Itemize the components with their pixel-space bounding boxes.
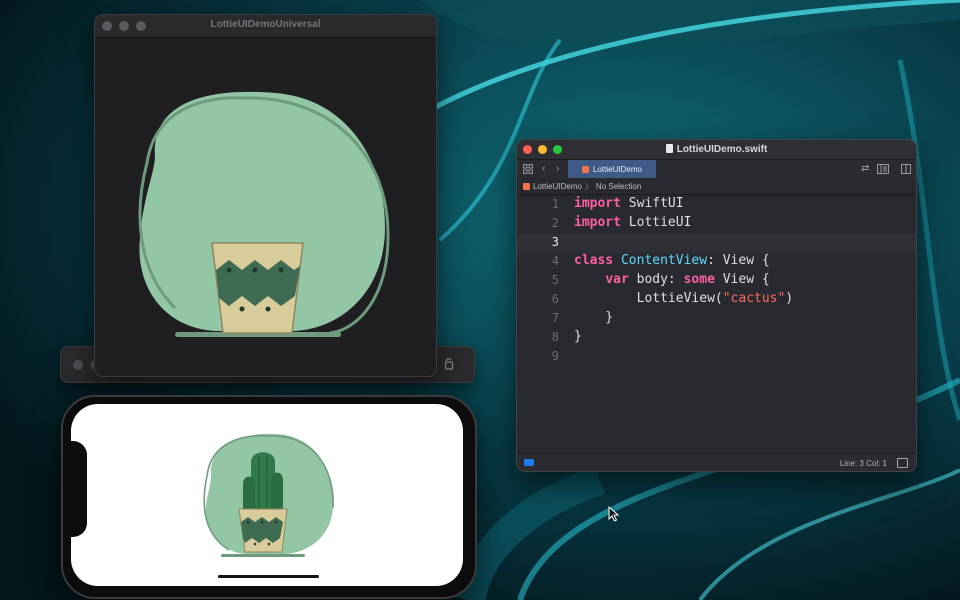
close-button[interactable] bbox=[73, 360, 83, 370]
code-line-4[interactable]: 4 class ContentView: View { bbox=[517, 253, 916, 272]
breadcrumb-project[interactable]: LottieUIDemo bbox=[533, 182, 582, 191]
lottie-animation-view bbox=[138, 91, 390, 337]
pot bbox=[211, 242, 304, 334]
chevron-right-icon[interactable]: › bbox=[556, 164, 559, 174]
swift-icon bbox=[523, 182, 530, 190]
swift-icon bbox=[582, 165, 590, 173]
code-editor[interactable]: 1 import SwiftUI 2 import LottieUI 3 4 c… bbox=[517, 196, 916, 453]
line-number: 7 bbox=[551, 311, 559, 325]
window-titlebar[interactable]: LottieUIDemoUniversal bbox=[95, 15, 436, 38]
code-text[interactable]: LottieView("cactus") bbox=[574, 291, 794, 306]
panel-toggle-icon[interactable] bbox=[897, 458, 908, 468]
phone-screen[interactable] bbox=[71, 404, 463, 586]
editor-toolbar: ‹ › LottieUIDemo ⇄ bbox=[517, 159, 916, 179]
rotate-icon[interactable] bbox=[443, 358, 455, 370]
grid-icon[interactable] bbox=[523, 164, 533, 174]
code-text[interactable]: class ContentView: View { bbox=[574, 253, 770, 268]
tab-lottieuidemo[interactable]: LottieUIDemo bbox=[568, 160, 656, 178]
arrows-icon[interactable]: ⇄ bbox=[861, 164, 869, 174]
code-line-1[interactable]: 1 import SwiftUI bbox=[517, 196, 916, 215]
window-title: LottieUIDemoUniversal bbox=[210, 19, 321, 30]
code-line-9[interactable]: 9 bbox=[517, 348, 916, 367]
status-bar: Line: 3 Col: 1 bbox=[517, 453, 916, 471]
tab-label: LottieUIDemo bbox=[593, 164, 642, 174]
window-title: LottieUIDemo.swift bbox=[517, 144, 916, 155]
code-line-7[interactable]: 7 } bbox=[517, 310, 916, 329]
line-number: 4 bbox=[551, 254, 559, 268]
arrow-cursor-icon bbox=[608, 506, 620, 522]
window-title-text: LottieUIDemo.swift bbox=[676, 144, 768, 155]
line-number: 3 bbox=[551, 235, 559, 249]
iphone-simulator[interactable] bbox=[61, 395, 477, 599]
code-line-5[interactable]: 5 var body: some View { bbox=[517, 272, 916, 291]
breadcrumb-selection[interactable]: No Selection bbox=[596, 182, 641, 191]
lottie-animation-view bbox=[203, 433, 334, 557]
line-number: 1 bbox=[551, 197, 559, 211]
code-text[interactable]: var body: some View { bbox=[574, 272, 769, 287]
code-line-6[interactable]: 6 LottieView("cactus") bbox=[517, 291, 916, 310]
line-number: 5 bbox=[551, 273, 559, 287]
code-text[interactable]: } bbox=[574, 310, 613, 325]
xcode-window[interactable]: LottieUIDemo.swift ‹ › LottieUIDemo ⇄ Lo… bbox=[516, 139, 917, 472]
lottie-demo-window[interactable]: LottieUIDemoUniversal bbox=[94, 14, 437, 377]
phone-notch bbox=[63, 441, 87, 537]
cursor-position: Line: 3 Col: 1 bbox=[839, 459, 887, 468]
breadcrumb-separator: 〉 bbox=[584, 181, 593, 191]
jump-bar[interactable]: LottieUIDemo 〉 No Selection bbox=[517, 178, 916, 195]
home-indicator[interactable] bbox=[218, 575, 319, 578]
line-number: 2 bbox=[551, 216, 559, 230]
pot bbox=[238, 508, 288, 553]
line-number: 9 bbox=[551, 349, 559, 363]
code-text[interactable]: } bbox=[574, 329, 582, 344]
code-line-3-current[interactable]: 3 bbox=[517, 234, 916, 253]
code-line-2[interactable]: 2 import LottieUI bbox=[517, 215, 916, 234]
code-line-8[interactable]: 8 } bbox=[517, 329, 916, 348]
code-text[interactable]: import SwiftUI bbox=[574, 196, 684, 211]
swift-file-icon bbox=[665, 144, 673, 153]
chevron-left-icon[interactable]: ‹ bbox=[542, 164, 545, 174]
window-titlebar[interactable]: LottieUIDemo.swift bbox=[517, 140, 916, 159]
split-editor-icon[interactable] bbox=[901, 164, 911, 174]
inspector-icon[interactable] bbox=[877, 164, 889, 174]
line-number: 8 bbox=[551, 330, 559, 344]
code-text[interactable]: import LottieUI bbox=[574, 215, 691, 230]
line-number: 6 bbox=[551, 292, 559, 306]
debug-area-toggle-icon[interactable] bbox=[524, 459, 534, 466]
